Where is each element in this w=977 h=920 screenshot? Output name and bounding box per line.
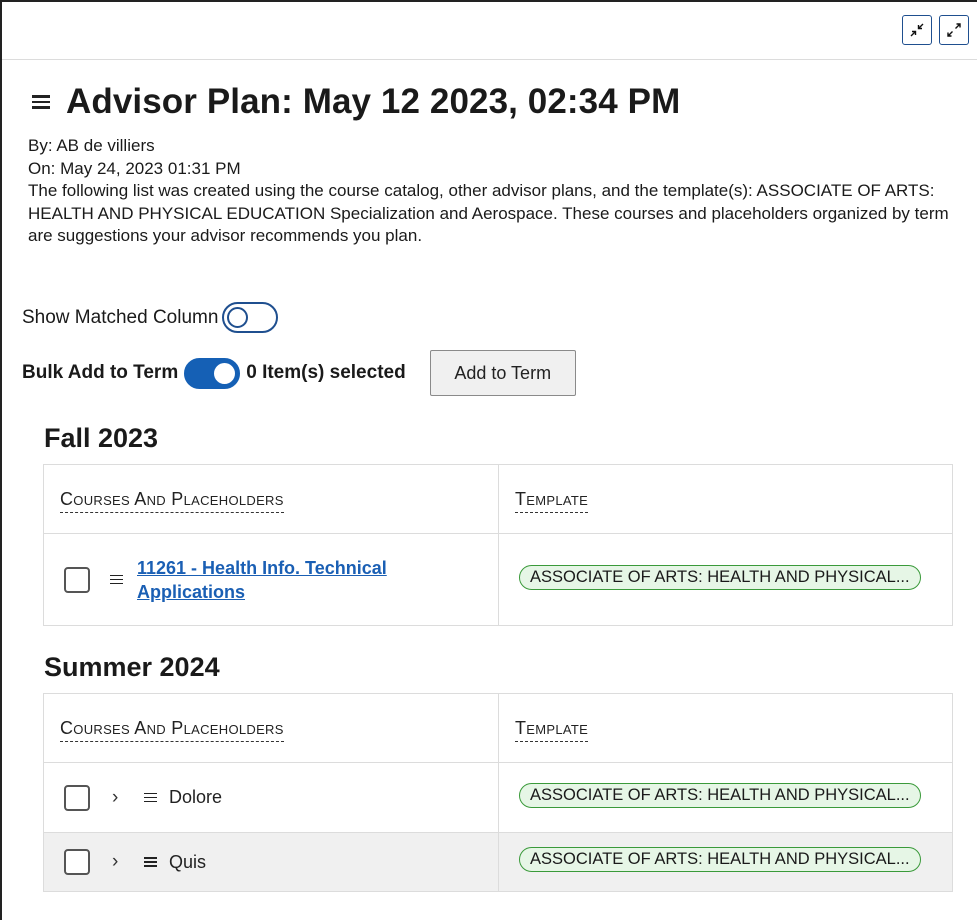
plan-date: On: May 24, 2023 01:31 PM [28,158,241,178]
menu-icon[interactable] [32,95,50,109]
col-header-courses[interactable]: Courses And Placeholders [43,693,499,763]
term-table-summer-2024: Courses And Placeholders Template › Dolo… [43,693,953,892]
show-matched-toggle[interactable] [222,302,279,333]
row-checkbox[interactable] [64,784,90,811]
table-row: › Quis ASSOCIATE OF ARTS: HEALTH AND PHY… [43,832,953,892]
table-row: › Dolore ASSOCIATE OF ARTS: HEALTH AND P… [43,762,953,833]
plan-author: By: AB de villiers [28,136,155,155]
expand-panel-button[interactable] [939,15,969,45]
add-to-term-button[interactable]: Add to Term [429,350,576,396]
bulk-add-label: Bulk Add to Term [22,362,179,383]
placeholder-name: Quis [169,851,207,872]
row-checkbox[interactable] [64,849,90,875]
col-header-template[interactable]: Template [498,464,953,534]
selected-count: 0 Item(s) selected [246,362,406,383]
plan-title-row: Advisor Plan: May 12 2023, 02:34 PM [32,82,680,122]
collapse-panel-button[interactable] [902,15,932,45]
chevron-right-icon[interactable]: › [112,851,124,873]
show-matched-label: Show Matched Column [22,306,219,328]
plan-description: The following list was created using the… [28,181,949,245]
term-heading: Summer 2024 [44,652,220,682]
expand-arrows-icon [947,23,961,37]
row-checkbox[interactable] [64,566,90,593]
course-link[interactable]: 11261 - Health Info. Technical Applicati… [137,556,498,604]
plan-meta: By: AB de villiers On: May 24, 2023 01:3… [28,135,963,248]
table-row: 11261 - Health Info. Technical Applicati… [43,533,953,626]
col-header-courses[interactable]: Courses And Placeholders [43,464,499,534]
template-badge: ASSOCIATE OF ARTS: HEALTH AND PHYSICAL..… [519,564,921,590]
drag-handle-icon[interactable] [144,852,157,872]
col-header-template[interactable]: Template [498,693,953,763]
template-badge: ASSOCIATE OF ARTS: HEALTH AND PHYSICAL..… [519,847,921,872]
placeholder-name: Dolore [169,787,223,807]
drag-handle-icon[interactable] [110,570,123,590]
template-badge: ASSOCIATE OF ARTS: HEALTH AND PHYSICAL..… [519,782,921,808]
collapse-arrows-icon [910,23,924,37]
table-header-row: Courses And Placeholders Template [43,693,953,763]
page-title: Advisor Plan: May 12 2023, 02:34 PM [66,82,681,121]
advisor-plan-panel: Advisor Plan: May 12 2023, 02:34 PM By: … [0,0,977,920]
panel-toolbar [2,2,977,60]
bulk-add-row: Bulk Add to Term 0 Item(s) selected Add … [22,350,576,396]
table-header-row: Courses And Placeholders Template [43,464,953,534]
term-table-fall-2023: Courses And Placeholders Template 11261 … [43,464,953,626]
chevron-right-icon[interactable]: › [112,787,124,809]
show-matched-row: Show Matched Column [22,302,279,333]
drag-handle-icon[interactable] [144,788,157,808]
bulk-add-toggle[interactable] [184,357,241,389]
term-heading: Fall 2023 [44,423,159,453]
